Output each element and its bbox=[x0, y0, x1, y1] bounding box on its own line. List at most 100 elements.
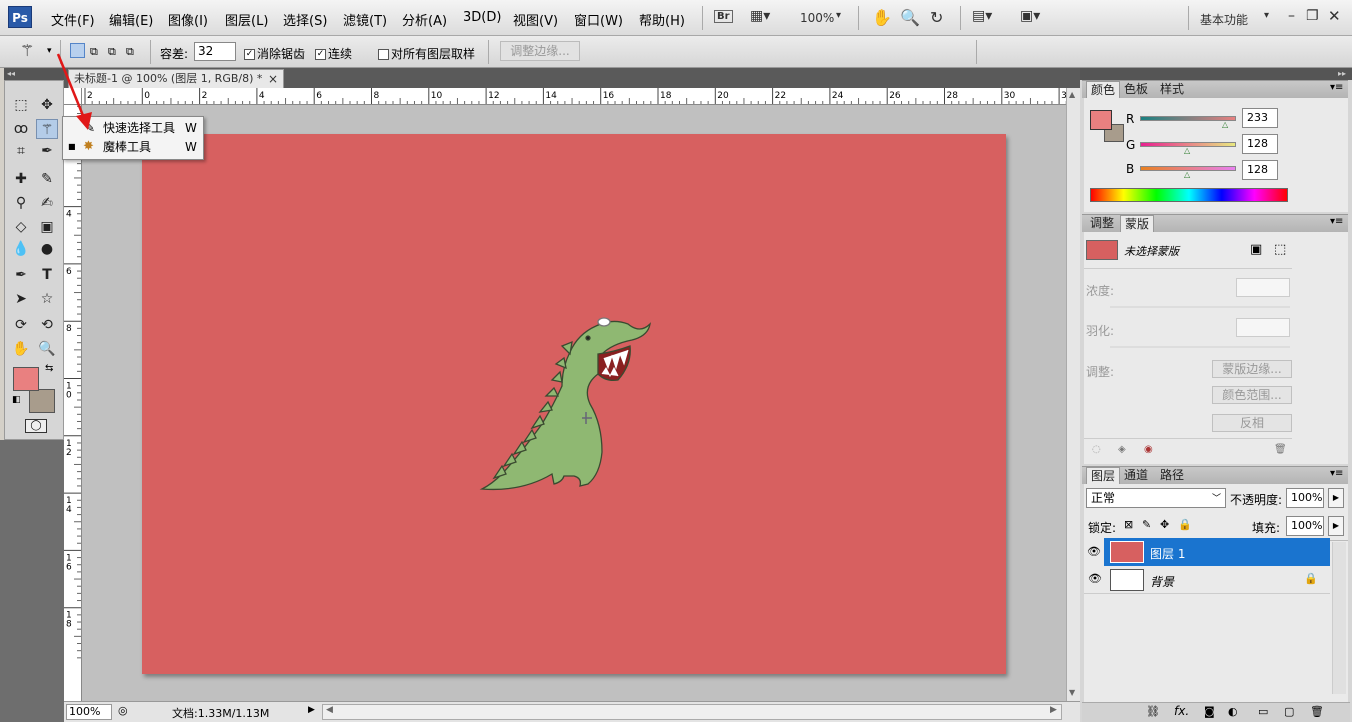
pixel-mask-icon[interactable]: ▣ bbox=[1250, 242, 1262, 257]
tab-styles[interactable]: 样式 bbox=[1156, 81, 1188, 98]
new-layer-icon[interactable]: ▢ bbox=[1284, 705, 1294, 718]
tab-masks[interactable]: 蒙版 bbox=[1120, 215, 1155, 232]
hand-tool-icon[interactable]: ✋ bbox=[10, 339, 32, 359]
default-colors-icon[interactable]: ◧ bbox=[12, 395, 21, 405]
status-menu-icon[interactable]: ◎ bbox=[118, 704, 128, 717]
menu-analysis[interactable]: 分析(A) bbox=[402, 10, 447, 29]
eraser-icon[interactable]: ◇ bbox=[10, 217, 32, 237]
scroll-down-icon[interactable]: ▼ bbox=[1069, 688, 1075, 697]
r-value-input[interactable]: 233 bbox=[1242, 108, 1278, 128]
lock-position-icon[interactable]: ✥ bbox=[1160, 518, 1169, 531]
rotate-view-icon[interactable]: ↻ bbox=[930, 8, 943, 27]
apply-mask-icon[interactable]: ◈ bbox=[1118, 444, 1126, 455]
eye-visibility-icon[interactable]: 👁 bbox=[1084, 538, 1104, 566]
layers-scrollbar[interactable] bbox=[1332, 542, 1346, 694]
contiguous-checkbox[interactable]: ✓ 连续 bbox=[315, 45, 352, 62]
panel-dock-header[interactable]: ▸▸ bbox=[1080, 68, 1352, 80]
fill-input[interactable]: 100% bbox=[1286, 516, 1324, 536]
mask-edge-button[interactable]: 蒙版边缘... bbox=[1212, 360, 1292, 378]
g-slider-thumb[interactable]: △ bbox=[1184, 146, 1190, 155]
scroll-right-icon[interactable]: ▶ bbox=[1050, 705, 1057, 715]
zoom-tool-icon[interactable]: 🔍 bbox=[36, 339, 58, 359]
lasso-icon[interactable]: ꝏ bbox=[10, 119, 32, 139]
menu-view[interactable]: 视图(V) bbox=[513, 10, 558, 29]
fx-icon[interactable]: fx. bbox=[1174, 704, 1189, 718]
status-arrow-icon[interactable]: ▶ bbox=[308, 705, 315, 715]
panel-menu-icon[interactable]: ▾≡ bbox=[1330, 216, 1343, 227]
arrange-documents-icon[interactable]: ▤▾ bbox=[972, 8, 992, 24]
menu-select[interactable]: 选择(S) bbox=[283, 10, 327, 29]
close-icon[interactable]: ✕ bbox=[1328, 7, 1341, 25]
chevron-down-icon[interactable]: ▾ bbox=[47, 46, 52, 56]
history-brush-icon[interactable]: ✍ bbox=[36, 193, 58, 213]
b-slider-thumb[interactable]: △ bbox=[1184, 170, 1190, 179]
lock-transparent-icon[interactable]: ⊠ bbox=[1124, 518, 1133, 531]
add-mask-icon[interactable]: ◙ bbox=[1204, 705, 1215, 718]
antialias-checkbox[interactable]: ✓ 消除锯齿 bbox=[244, 45, 305, 62]
background-color-swatch[interactable] bbox=[29, 389, 55, 413]
quick-mask-icon[interactable]: ◯ bbox=[25, 419, 47, 433]
zoom-level-select[interactable]: 100% bbox=[800, 11, 834, 25]
swap-colors-icon[interactable]: ⇆ bbox=[45, 363, 53, 374]
intersect-selection-icon[interactable]: ⧉ bbox=[126, 45, 134, 59]
feather-input[interactable] bbox=[1236, 318, 1290, 337]
sample-all-layers-checkbox[interactable]: 对所有图层取样 bbox=[378, 45, 475, 62]
menu-layer[interactable]: 图层(L) bbox=[225, 10, 268, 29]
layer-row-layer1[interactable]: 👁 图层 1 bbox=[1084, 538, 1330, 566]
workspace-switcher[interactable]: 基本功能 bbox=[1200, 11, 1248, 28]
menu-image[interactable]: 图像(I) bbox=[168, 10, 208, 29]
brush-icon[interactable]: ✎ bbox=[36, 169, 58, 189]
vertical-scrollbar[interactable]: ▲ ▼ bbox=[1066, 88, 1080, 701]
zoom-icon[interactable]: 🔍 bbox=[900, 8, 920, 27]
link-layers-icon[interactable]: ⛓ bbox=[1146, 705, 1160, 718]
eye-visibility-icon[interactable]: 👁 bbox=[1088, 572, 1102, 585]
3d-rotate-icon[interactable]: ⟳ bbox=[10, 315, 32, 335]
screen-mode-icon[interactable]: ▦▾ bbox=[750, 8, 770, 24]
tab-swatches[interactable]: 色板 bbox=[1120, 81, 1152, 98]
tab-layers[interactable]: 图层 bbox=[1086, 467, 1121, 484]
panel-menu-icon[interactable]: ▾≡ bbox=[1330, 82, 1343, 93]
tab-color[interactable]: 颜色 bbox=[1086, 81, 1121, 98]
marquee-icon[interactable]: ⬚ bbox=[10, 95, 32, 115]
bridge-button[interactable]: Br bbox=[714, 10, 733, 23]
g-value-input[interactable]: 128 bbox=[1242, 134, 1278, 154]
menu-help[interactable]: 帮助(H) bbox=[639, 10, 685, 29]
chevron-down-icon[interactable]: ▾ bbox=[1264, 10, 1269, 21]
blur-icon[interactable]: 💧 bbox=[10, 239, 32, 259]
opacity-input[interactable]: 100% bbox=[1286, 488, 1324, 508]
lock-all-icon[interactable]: 🔒 bbox=[1178, 518, 1192, 531]
horizontal-scrollbar[interactable] bbox=[322, 704, 1062, 720]
menu-filter[interactable]: 滤镜(T) bbox=[343, 10, 387, 29]
menu-file[interactable]: 文件(F) bbox=[51, 10, 95, 29]
chevron-down-icon[interactable]: ▾ bbox=[836, 10, 841, 21]
pen-icon[interactable]: ✒ bbox=[10, 265, 32, 285]
healing-brush-icon[interactable]: ✚ bbox=[10, 169, 32, 189]
hand-icon[interactable]: ✋ bbox=[872, 8, 892, 27]
feather-slider[interactable] bbox=[1110, 346, 1290, 348]
type-icon[interactable]: T bbox=[36, 265, 58, 285]
adjustment-layer-icon[interactable]: ◐ bbox=[1228, 705, 1238, 718]
scroll-left-icon[interactable]: ◀ bbox=[326, 705, 333, 715]
fg-color-swatch[interactable] bbox=[1090, 110, 1112, 130]
new-group-icon[interactable]: ▭ bbox=[1258, 705, 1268, 718]
clone-stamp-icon[interactable]: ⚲ bbox=[10, 193, 32, 213]
gradient-icon[interactable]: ▣ bbox=[36, 217, 58, 237]
minimize-icon[interactable]: – bbox=[1288, 8, 1295, 24]
restore-icon[interactable]: ❐ bbox=[1306, 8, 1319, 24]
magic-wand-preset-icon[interactable]: ⚚ bbox=[20, 41, 34, 60]
delete-mask-icon[interactable]: 🗑 bbox=[1274, 444, 1287, 455]
blend-mode-select[interactable]: 正常 bbox=[1086, 488, 1226, 508]
lock-image-icon[interactable]: ✎ bbox=[1142, 518, 1151, 531]
path-selection-icon[interactable]: ➤ bbox=[10, 289, 32, 309]
menu-edit[interactable]: 编辑(E) bbox=[109, 10, 153, 29]
scroll-up-icon[interactable]: ▲ bbox=[1069, 90, 1075, 99]
tab-paths[interactable]: 路径 bbox=[1156, 467, 1188, 484]
dodge-icon[interactable]: ● bbox=[36, 239, 58, 259]
menu-3d[interactable]: 3D(D) bbox=[463, 10, 501, 25]
delete-layer-icon[interactable]: 🗑 bbox=[1310, 705, 1324, 718]
refine-edge-button[interactable]: 调整边缘... bbox=[500, 41, 580, 61]
subtract-selection-icon[interactable]: ⧉ bbox=[108, 45, 116, 59]
vector-mask-icon[interactable]: ⬚ bbox=[1274, 242, 1286, 257]
tab-adjustments[interactable]: 调整 bbox=[1086, 215, 1118, 232]
canvas[interactable] bbox=[142, 134, 1006, 674]
